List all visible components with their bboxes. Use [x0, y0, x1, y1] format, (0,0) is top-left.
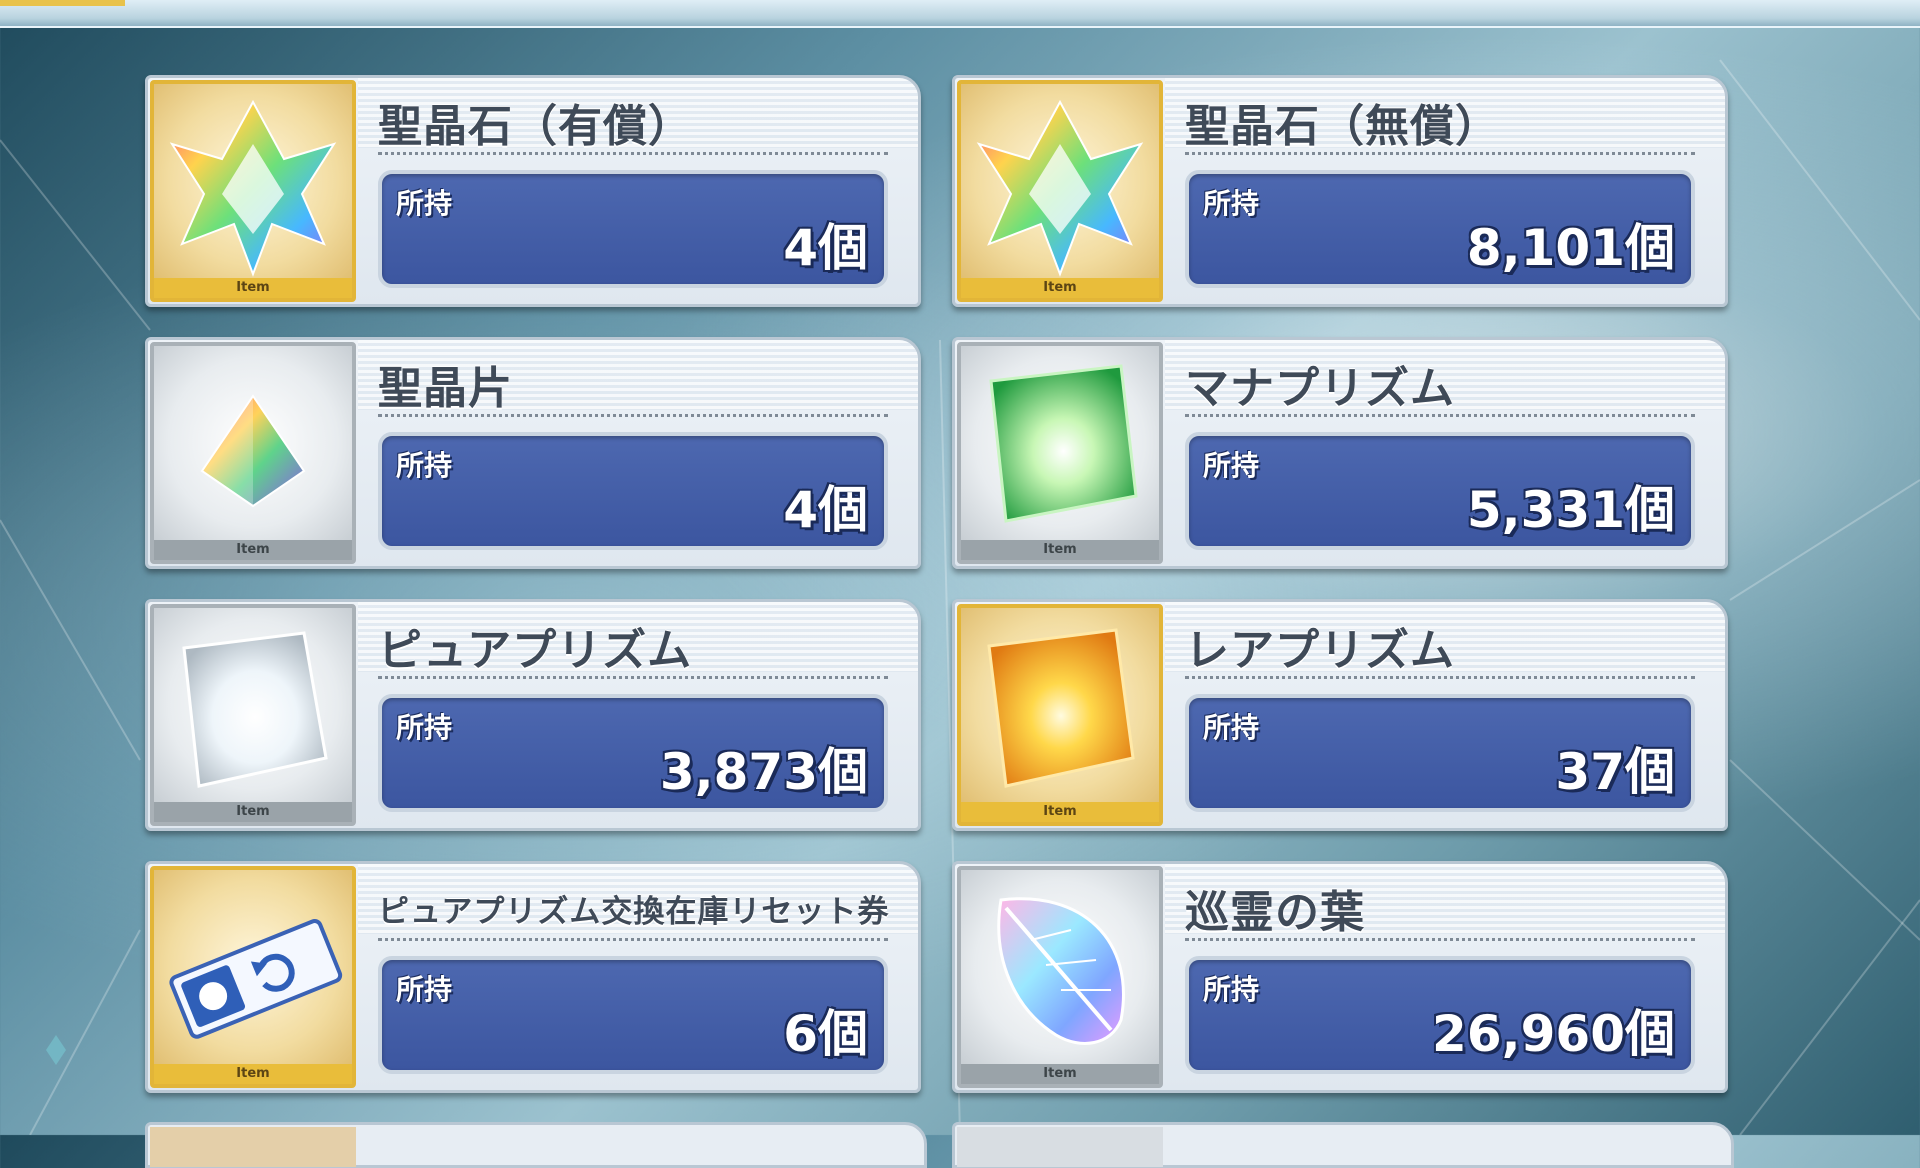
item-name: 聖晶片 — [378, 363, 513, 414]
divider — [1185, 152, 1695, 155]
item-name: マナプリズム — [1185, 363, 1455, 414]
item-name: 聖晶石（有償） — [378, 101, 693, 152]
owned-panel: 所持 4個 — [378, 432, 888, 550]
card-frame: Item 聖晶石（有償） 所持 4個 — [145, 75, 921, 307]
item-card-pure-prism[interactable]: Item ピュアプリズム 所持 3,873個 — [145, 599, 921, 831]
divider — [378, 152, 888, 155]
item-name: ピュアプリズム交換在庫リセット券 — [378, 894, 890, 930]
item-card-reset-ticket[interactable]: Item ピュアプリズム交換在庫リセット券 所持 6個 — [145, 861, 921, 1093]
item-tag: Item — [961, 278, 1159, 298]
owned-label: 所持 — [396, 449, 453, 482]
item-card-saint-quartz-fragment[interactable]: Item 聖晶片 所持 4個 — [145, 337, 921, 569]
item-icon-frame: Item — [957, 342, 1163, 564]
divider — [1185, 676, 1695, 679]
item-card-mana-prism[interactable]: Item マナプリズム 所持 5,331個 — [952, 337, 1728, 569]
owned-label: 所持 — [1203, 187, 1260, 220]
owned-panel: 所持 3,873個 — [378, 694, 888, 812]
owned-count: 4個 — [783, 219, 868, 277]
reset-ticket-icon — [169, 919, 343, 1039]
rare-prism-icon — [987, 628, 1135, 788]
owned-count: 4個 — [783, 481, 868, 539]
item-tag: Item — [961, 1064, 1159, 1084]
owned-label: 所持 — [1203, 711, 1260, 744]
owned-count: 8,101個 — [1466, 219, 1675, 277]
item-card-free-saint-quartz[interactable]: Item 聖晶石（無償） 所持 8,101個 — [952, 75, 1728, 307]
saint-quartz-fragment-icon — [200, 394, 306, 508]
item-icon-frame: Item — [150, 80, 356, 302]
owned-count: 5,331個 — [1466, 481, 1675, 539]
item-icon-frame: Item — [957, 604, 1163, 826]
item-icon-frame: Item — [957, 80, 1163, 302]
card-frame: Item レアプリズム 所持 37個 — [952, 599, 1728, 831]
item-name: レアプリズム — [1185, 625, 1455, 676]
owned-panel: 所持 6個 — [378, 956, 888, 1074]
item-card-leaf[interactable]: Item 巡霊の葉 所持 26,960個 — [952, 861, 1728, 1093]
owned-panel: 所持 5,331個 — [1185, 432, 1695, 550]
owned-count: 26,960個 — [1432, 1005, 1675, 1063]
divider — [1185, 414, 1695, 417]
item-tag: Item — [154, 540, 352, 560]
item-tag: Item — [154, 278, 352, 298]
item-name: ピュアプリズム — [378, 625, 693, 676]
owned-count: 6個 — [783, 1005, 868, 1063]
owned-panel: 所持 4個 — [378, 170, 888, 288]
item-icon-frame — [150, 1127, 356, 1167]
owned-label: 所持 — [396, 187, 453, 220]
owned-label: 所持 — [1203, 449, 1260, 482]
owned-count: 3,873個 — [659, 743, 868, 801]
item-icon-frame: Item — [150, 604, 356, 826]
divider — [378, 938, 888, 941]
card-frame: Item 巡霊の葉 所持 26,960個 — [952, 861, 1728, 1093]
item-card-paid-saint-quartz[interactable]: Item 聖晶石（有償） 所持 4個 — [145, 75, 921, 307]
owned-panel: 所持 26,960個 — [1185, 956, 1695, 1074]
item-icon-frame: Item — [150, 342, 356, 564]
item-icon-frame: Item — [957, 866, 1163, 1088]
divider — [378, 414, 888, 417]
card-frame: Item ピュアプリズム 所持 3,873個 — [145, 599, 921, 831]
item-tag: Item — [961, 540, 1159, 560]
owned-label: 所持 — [396, 973, 453, 1006]
owned-count: 37個 — [1555, 743, 1675, 801]
divider — [378, 676, 888, 679]
item-tag: Item — [961, 802, 1159, 822]
owned-label: 所持 — [396, 711, 453, 744]
top-bar — [0, 0, 1920, 28]
card-frame: Item ピュアプリズム交換在庫リセット券 所持 6個 — [145, 861, 921, 1093]
owned-panel: 所持 8,101個 — [1185, 170, 1695, 288]
item-card-partial[interactable] — [145, 1122, 927, 1168]
card-frame: Item 聖晶石（無償） 所持 8,101個 — [952, 75, 1728, 307]
item-tag: Item — [154, 802, 352, 822]
item-icon-frame: Item — [150, 866, 356, 1088]
saint-quartz-icon — [169, 99, 337, 277]
owned-label: 所持 — [1203, 973, 1260, 1006]
leaf-icon — [997, 897, 1125, 1045]
divider — [1185, 938, 1695, 941]
item-name: 巡霊の葉 — [1185, 887, 1365, 938]
item-card-partial[interactable] — [952, 1122, 1734, 1168]
item-tag: Item — [154, 1064, 352, 1084]
card-frame: Item 聖晶片 所持 4個 — [145, 337, 921, 569]
item-icon-frame — [957, 1127, 1163, 1167]
saint-quartz-icon — [976, 99, 1144, 277]
pure-prism-icon — [182, 631, 328, 788]
owned-panel: 所持 37個 — [1185, 694, 1695, 812]
item-card-rare-prism[interactable]: Item レアプリズム 所持 37個 — [952, 599, 1728, 831]
item-name: 聖晶石（無償） — [1185, 101, 1500, 152]
top-gold-accent — [0, 0, 125, 6]
card-frame: Item マナプリズム 所持 5,331個 — [952, 337, 1728, 569]
mana-prism-icon — [989, 364, 1138, 523]
